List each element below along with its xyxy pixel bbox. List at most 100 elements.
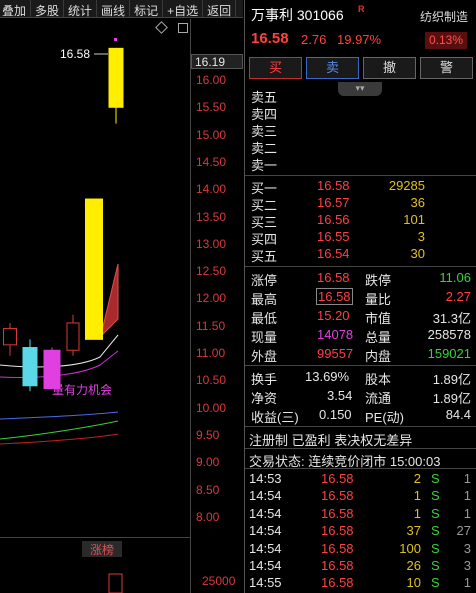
candle-body[interactable] <box>66 322 80 351</box>
y-tick-label: 14.00 <box>196 182 227 197</box>
bids-row[interactable]: 买一 16.58 29285 <box>245 178 476 196</box>
candle-body[interactable] <box>3 327 17 346</box>
bids-volume: 3 <box>417 229 425 244</box>
limit-up-rank-tag[interactable]: 涨榜 <box>82 541 122 557</box>
nav-value: 3.54 <box>327 388 353 403</box>
limit-up-label: 涨停 <box>251 273 278 288</box>
kline-chart[interactable]: 16.19 16.58 量有力机会 16.00 15.50 15.00 14.50 14… <box>0 19 243 593</box>
low-value: 15.20 <box>317 308 350 323</box>
y-tick-label: 9.50 <box>196 427 220 442</box>
total-vol-value: 258578 <box>427 327 471 342</box>
y-tick-label: 11.00 <box>196 346 226 360</box>
toolbar-draw-line[interactable]: 画线 <box>97 0 131 18</box>
toolbar-mark[interactable]: 标记 <box>130 0 164 18</box>
alert-button[interactable]: 警 <box>420 57 473 79</box>
outer-value: 99557 <box>317 346 354 361</box>
trade-time: 14:54 <box>249 505 282 521</box>
toolbar-add-watchlist[interactable]: +自选 <box>163 0 204 18</box>
eps-label: 收益(三) <box>251 410 299 425</box>
trade-time: 14:54 <box>249 488 282 504</box>
total-vol-label: 总量 <box>365 330 392 345</box>
trade-side: S <box>431 505 440 521</box>
trade-count: 3 <box>463 558 471 573</box>
asks-row[interactable]: 卖三 <box>245 121 476 139</box>
sell-button[interactable]: 卖 <box>306 57 359 79</box>
buy-button[interactable]: 买 <box>249 57 302 79</box>
trade-count: 1 <box>463 471 471 486</box>
bids-price: 16.57 <box>317 195 350 210</box>
bids-price: 16.58 <box>317 178 350 193</box>
bids-row[interactable]: 买三 16.56 101 <box>245 212 476 230</box>
toolbar-stats[interactable]: 统计 <box>64 0 98 18</box>
trade-price: 16.58 <box>321 575 354 591</box>
pe-label: PE(动) <box>365 410 405 425</box>
trade-time: 14:54 <box>249 558 282 573</box>
divider <box>245 448 476 449</box>
toolbar-multi-stock[interactable]: 多股 <box>31 0 65 18</box>
stats-row-outer: 外盘 99557 内盘 159021 <box>245 346 476 364</box>
asks-row[interactable]: 卖二 <box>245 138 476 156</box>
square-icon[interactable] <box>178 23 188 33</box>
toolbar-back[interactable]: 返回 <box>203 0 237 18</box>
trade-count: 1 <box>463 488 471 504</box>
trade-row: 14:54 16.58 100 S 3 <box>245 541 476 558</box>
ma-line-red <box>0 433 119 445</box>
candle-body[interactable] <box>22 347 38 387</box>
trade-price: 16.58 <box>321 471 354 486</box>
trade-volume: 26 <box>406 558 421 573</box>
candle-body[interactable] <box>85 198 103 340</box>
divider <box>245 266 476 267</box>
shares-value: 1.89亿 <box>432 372 471 387</box>
trade-time: 14:55 <box>249 575 282 591</box>
y-tick-label: 11.50 <box>196 318 226 333</box>
y-tick-label: 13.50 <box>196 209 227 224</box>
float-value: 1.89亿 <box>432 391 471 406</box>
trade-row: 14:55 16.58 10 S 1 <box>245 575 476 592</box>
trade-price: 16.58 <box>321 523 354 539</box>
asks-row[interactable]: 卖一 <box>245 155 476 173</box>
trade-row: 14:54 16.58 37 S 27 <box>245 523 476 540</box>
low-label: 最低 <box>251 311 278 326</box>
bids-row[interactable]: 买四 16.55 3 <box>245 229 476 247</box>
bids-row[interactable]: 买五 16.54 30 <box>245 246 476 264</box>
stock-name: 万事利 301066 <box>251 7 344 23</box>
divider <box>245 365 476 366</box>
trade-price: 16.58 <box>321 558 354 573</box>
asks-row[interactable]: 卖五 <box>245 87 476 105</box>
notes-line1: 注册制 已盈利 表决权无差异 <box>245 430 476 448</box>
bids-volume: 36 <box>410 195 425 210</box>
trade-time: 14:53 <box>249 471 282 486</box>
outer-label: 外盘 <box>251 349 278 364</box>
asks-label: 卖一 <box>251 158 278 173</box>
bids-row[interactable]: 买二 16.57 36 <box>245 195 476 213</box>
high-value: 16.58 <box>316 288 353 305</box>
high-price-label: 16.58 <box>60 47 91 61</box>
toolbar-overlay[interactable]: 叠加 <box>0 0 32 18</box>
y-tick-label: 13.00 <box>196 236 227 251</box>
cancel-order-button[interactable]: 撤 <box>363 57 416 79</box>
last-price: 16.58 <box>251 30 289 47</box>
mkt-cap-label: 市值 <box>365 311 392 326</box>
bids-volume: 30 <box>410 246 425 261</box>
y-tick-label: 10.00 <box>196 400 227 415</box>
candle-body[interactable] <box>108 47 124 108</box>
ma-label: 量有力机会 <box>52 383 113 397</box>
asks-row[interactable]: 卖四 <box>245 104 476 122</box>
trade-side: S <box>431 575 440 591</box>
high-label: 最高 <box>251 292 278 307</box>
trade-row: 14:54 16.58 26 S 3 <box>245 558 476 575</box>
quote-panel: 万事利 301066 R 纺织制造 16.58 2.76 19.97% 0.13… <box>244 0 476 593</box>
trade-volume: 100 <box>399 540 421 556</box>
industry-tag[interactable]: 纺织制造 <box>420 8 468 25</box>
y-tick-label: 9.00 <box>196 455 220 470</box>
stats-row-eps: 收益(三) 0.150 PE(动) 84.4 <box>245 407 476 425</box>
trade-time: 14:54 <box>249 540 282 556</box>
y-tick-label: 15.50 <box>196 100 227 115</box>
trade-side: S <box>431 558 440 573</box>
trade-actions: 买 卖 撤 警 <box>249 57 473 79</box>
trade-side: S <box>431 523 440 539</box>
bids-price: 16.55 <box>317 229 350 244</box>
inner-label: 内盘 <box>365 349 392 364</box>
y-tick-label: 14.50 <box>196 154 227 169</box>
volume-bar <box>108 573 123 593</box>
